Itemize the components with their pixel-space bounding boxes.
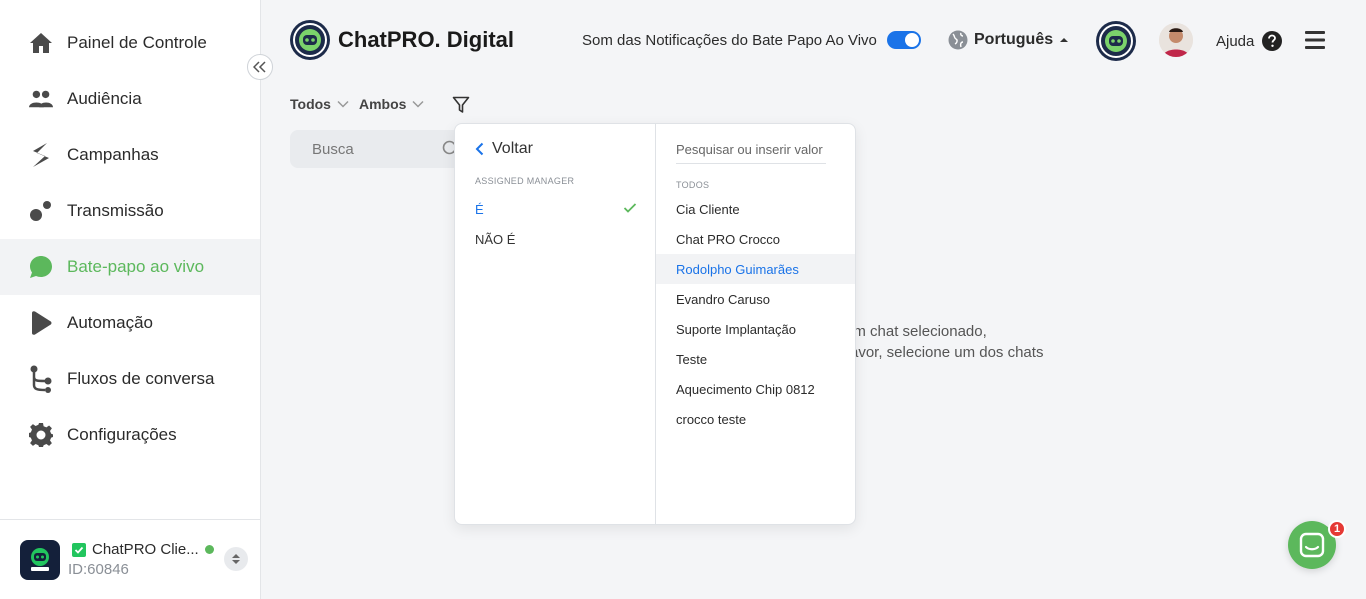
gear-icon — [29, 423, 53, 447]
operator-label: NÃO É — [475, 231, 516, 247]
bot-logo-icon — [290, 20, 330, 60]
sidebar-item-label: Transmissão — [67, 201, 164, 220]
back-button[interactable]: Voltar — [475, 140, 533, 158]
chat-search — [290, 130, 470, 168]
user-avatar[interactable] — [1159, 23, 1193, 57]
online-status-dot — [204, 545, 214, 554]
users-icon — [29, 87, 53, 111]
chat-filters: Todos Ambos — [290, 96, 434, 112]
type-filter-dropdown[interactable]: Ambos — [359, 96, 424, 112]
whatsapp-check-icon — [72, 542, 86, 557]
chevron-down-icon — [337, 100, 349, 108]
value-option[interactable]: Rodolpho Guimarães — [656, 254, 855, 284]
status-filter-dropdown[interactable]: Todos — [290, 96, 349, 112]
operator-column: Voltar ASSIGNED MANAGER É NÃO É — [455, 124, 656, 524]
value-option[interactable]: Teste — [656, 344, 855, 374]
operator-option-is-not[interactable]: NÃO É — [455, 224, 655, 254]
value-option[interactable]: Evandro Caruso — [656, 284, 855, 314]
value-option[interactable]: Aquecimento Chip 0812 — [656, 374, 855, 404]
sidebar-item-label: Bate-papo ao vivo — [67, 257, 205, 276]
account-avatar — [20, 540, 60, 580]
sidebar-item-automation[interactable]: Automação — [0, 295, 260, 351]
flow-icon — [29, 365, 53, 393]
bot-logo-icon — [1099, 24, 1133, 58]
type-filter-label: Ambos — [358, 96, 407, 112]
question-circle-icon — [1262, 31, 1283, 51]
sidebar-item-audience[interactable]: Audiência — [0, 71, 260, 127]
hamburger-menu-icon[interactable] — [1305, 30, 1327, 50]
value-column: TODOS Cia Cliente Chat PRO Crocco Rodolp… — [656, 124, 855, 524]
brand: ChatPRO. Digital — [290, 20, 514, 60]
value-option[interactable]: crocco teste — [656, 404, 855, 434]
automation-icon — [29, 311, 53, 335]
home-icon — [29, 31, 53, 55]
sidebar-item-label: Fluxos de conversa — [67, 369, 215, 388]
chat-bubble-icon — [29, 255, 53, 279]
chat-search-input[interactable] — [312, 140, 432, 158]
value-option[interactable]: Suporte Implantação — [656, 314, 855, 344]
notification-sound-label: Som das Notificações do Bate Papo Ao Viv… — [582, 31, 877, 49]
value-option[interactable]: Chat PRO Crocco — [656, 224, 855, 254]
filter-panel: Voltar ASSIGNED MANAGER É NÃO É TODOS Ci… — [454, 123, 856, 525]
operator-section-title: ASSIGNED MANAGER — [475, 176, 575, 186]
account-id: ID:60846 — [68, 561, 129, 578]
campaign-icon — [29, 143, 53, 167]
value-search-input[interactable] — [676, 136, 826, 164]
back-label: Voltar — [492, 140, 533, 157]
status-filter-label: Todos — [290, 96, 331, 112]
operator-option-is[interactable]: É — [455, 194, 655, 224]
values-section-title: TODOS — [676, 180, 710, 190]
sidebar-item-dashboard[interactable]: Painel de Controle — [0, 15, 260, 71]
language-selector[interactable]: Português — [948, 30, 1069, 50]
caret-up-icon — [1060, 38, 1069, 42]
chat-window-icon — [1299, 532, 1325, 558]
language-label: Português — [974, 31, 1054, 48]
sidebar-item-label: Automação — [67, 313, 153, 332]
unread-badge: 1 — [1328, 520, 1346, 538]
collapse-sidebar-button[interactable] — [247, 54, 273, 80]
account-name: ChatPRO Clie... — [92, 541, 199, 558]
chevron-left-icon — [475, 142, 484, 156]
notification-sound-setting: Som das Notificações do Bate Papo Ao Viv… — [582, 31, 921, 49]
notification-sound-toggle[interactable] — [886, 31, 921, 49]
sidebar-item-campaigns[interactable]: Campanhas — [0, 127, 260, 183]
sidebar-item-label: Audiência — [67, 89, 142, 108]
operator-label: É — [475, 201, 484, 217]
sidebar-item-broadcast[interactable]: Transmissão — [0, 183, 260, 239]
value-option[interactable]: Cia Cliente — [656, 194, 855, 224]
brand-name: ChatPRO. Digital — [338, 27, 515, 52]
broadcast-icon — [29, 199, 53, 223]
check-icon — [623, 203, 637, 213]
help-link[interactable]: Ajuda — [1216, 31, 1283, 51]
sidebar-item-flows[interactable]: Fluxos de conversa — [0, 351, 260, 407]
bot-profile-button[interactable] — [1096, 21, 1136, 61]
double-chevron-left-icon — [253, 61, 266, 73]
account-switch-button[interactable] — [224, 547, 248, 571]
sidebar-item-settings[interactable]: Configurações — [0, 407, 260, 463]
sidebar-item-label: Campanhas — [67, 145, 159, 164]
account-card[interactable]: ChatPRO Clie... ID:60846 — [0, 519, 260, 599]
sidebar-item-live-chat[interactable]: Bate-papo ao vivo — [0, 239, 260, 295]
sidebar-item-label: Painel de Controle — [67, 33, 207, 52]
help-label: Ajuda — [1216, 32, 1255, 50]
sidebar-item-label: Configurações — [67, 425, 177, 444]
filter-icon[interactable] — [452, 96, 470, 119]
globe-icon — [948, 30, 968, 50]
chevron-down-icon — [412, 100, 424, 108]
empty-state-line: avor, selecione um dos chats — [850, 344, 1044, 361]
sidebar: Painel de Controle Audiência Campanhas T… — [0, 0, 261, 599]
